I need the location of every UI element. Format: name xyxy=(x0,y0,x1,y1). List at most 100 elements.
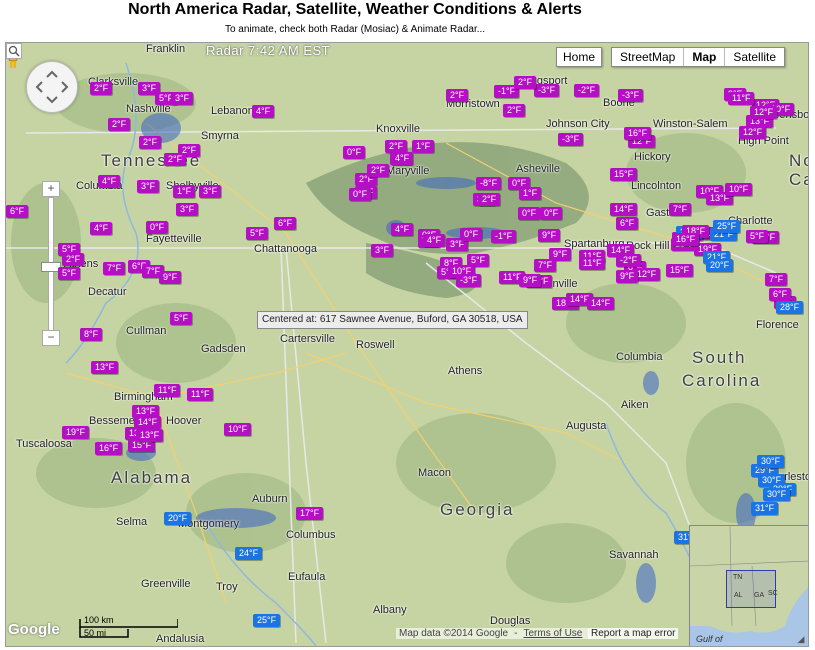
temperature-marker[interactable]: 1°F xyxy=(173,185,196,198)
temperature-marker[interactable]: 19°F xyxy=(62,426,90,439)
temperature-marker[interactable]: 4°F xyxy=(252,105,275,118)
temperature-marker[interactable]: 5°F xyxy=(746,230,769,243)
temperature-marker[interactable]: 25°F xyxy=(253,614,281,627)
temperature-marker[interactable]: 2°F xyxy=(478,193,501,206)
temperature-marker[interactable]: 5°F xyxy=(170,312,193,325)
temperature-marker[interactable]: 28°F xyxy=(776,301,804,314)
temperature-marker[interactable]: 11°F xyxy=(187,388,214,401)
map-canvas[interactable]: Radar 7:42 AM EST Home StreetMap Map Sat… xyxy=(5,42,809,647)
temperature-marker[interactable]: 7°F xyxy=(669,203,692,216)
home-button[interactable]: Home xyxy=(556,47,602,67)
temperature-marker[interactable]: 0°F xyxy=(343,146,366,159)
temperature-marker[interactable]: 4°F xyxy=(90,222,113,235)
temperature-marker[interactable]: -3°F xyxy=(534,84,560,97)
zoom-in-button[interactable]: + xyxy=(42,181,60,197)
temperature-marker[interactable]: 30°F xyxy=(757,455,785,468)
place-label: Cullman xyxy=(126,325,167,337)
temperature-marker[interactable]: 3°F xyxy=(199,185,222,198)
temperature-marker[interactable]: 3°F xyxy=(137,180,160,193)
temperature-marker[interactable]: 4°F xyxy=(98,175,121,188)
google-logo[interactable]: Google xyxy=(8,621,60,638)
temperature-marker[interactable]: 12°F xyxy=(739,126,767,139)
temperature-marker[interactable]: 2°F xyxy=(367,164,390,177)
temperature-marker[interactable]: 3°F xyxy=(176,203,199,216)
temperature-marker[interactable]: 6°F xyxy=(769,288,792,301)
temperature-marker[interactable]: 3°F xyxy=(371,244,394,257)
temperature-marker[interactable]: 1°F xyxy=(519,187,542,200)
temperature-marker[interactable]: 2°F xyxy=(90,82,113,95)
temperature-marker[interactable]: 16°F xyxy=(624,127,652,140)
temperature-marker[interactable]: 4°F xyxy=(391,152,414,165)
temperature-marker[interactable]: 4°F xyxy=(391,223,414,236)
temperature-marker[interactable]: 9°F xyxy=(519,274,542,287)
temperature-marker[interactable]: 20°F xyxy=(706,259,734,272)
temperature-marker[interactable]: 25°F xyxy=(713,220,741,233)
temperature-marker[interactable]: 9°F xyxy=(538,229,561,242)
temperature-marker[interactable]: 2°F xyxy=(62,253,85,266)
temperature-marker[interactable]: 24°F xyxy=(235,547,263,560)
temperature-marker[interactable]: 14°F xyxy=(587,297,615,310)
temperature-marker[interactable]: -3°F xyxy=(558,133,584,146)
overview-toggle-icon[interactable]: ◢ xyxy=(795,633,807,645)
temperature-marker[interactable]: 3°F xyxy=(171,92,194,105)
temperature-marker[interactable]: 10°F xyxy=(725,183,753,196)
temperature-marker[interactable]: 17°F xyxy=(296,507,324,520)
temperature-marker[interactable]: 2°F xyxy=(514,76,537,89)
temperature-marker[interactable]: -1°F xyxy=(491,230,517,243)
temperature-marker[interactable]: 31°F xyxy=(751,502,779,515)
temperature-marker[interactable]: 4°F xyxy=(423,234,446,247)
map-type-map[interactable]: Map xyxy=(684,48,726,66)
temperature-marker[interactable]: 1°F xyxy=(412,140,435,153)
temperature-marker[interactable]: 9°F xyxy=(616,270,639,283)
temperature-marker[interactable]: 2°F xyxy=(139,136,162,149)
temperature-marker[interactable]: 0°F xyxy=(349,188,372,201)
temperature-marker[interactable]: 15°F xyxy=(610,168,638,181)
temperature-marker[interactable]: 6°F xyxy=(616,217,639,230)
temperature-marker[interactable]: 5°F xyxy=(58,267,81,280)
temperature-marker[interactable]: 9°F xyxy=(159,271,182,284)
place-label: Selma xyxy=(116,516,148,528)
temperature-marker[interactable]: 20°F xyxy=(164,512,192,525)
temperature-marker[interactable]: 8°F xyxy=(80,328,103,341)
temperature-marker[interactable]: 12°F xyxy=(750,106,778,119)
temperature-marker[interactable]: 2°F xyxy=(164,153,187,166)
temperature-marker[interactable]: -3°F xyxy=(456,274,482,287)
map-type-satellite[interactable]: Satellite xyxy=(725,48,784,66)
temperature-marker[interactable]: 0°F xyxy=(146,221,169,234)
temperature-marker[interactable]: 15°F xyxy=(666,264,694,277)
temperature-marker[interactable]: -8°F xyxy=(476,177,502,190)
temperature-marker[interactable]: 7°F xyxy=(765,273,788,286)
temperature-marker[interactable]: 0°F xyxy=(540,207,563,220)
zoom-out-button[interactable]: − xyxy=(42,330,60,346)
temperature-marker[interactable]: 6°F xyxy=(274,217,297,230)
temperature-marker[interactable]: 16°F xyxy=(95,442,123,455)
temperature-marker[interactable]: 10°F xyxy=(224,423,252,436)
temperature-marker[interactable]: 0°F xyxy=(460,228,483,241)
temperature-marker[interactable]: 7°F xyxy=(103,262,126,275)
temperature-marker[interactable]: 13°F xyxy=(136,429,164,442)
map-type-selector[interactable]: StreetMap Map Satellite xyxy=(611,47,786,67)
temperature-marker[interactable]: 5°F xyxy=(246,227,269,240)
report-map-error-link[interactable]: Report a map error xyxy=(588,628,679,639)
temperature-marker[interactable]: 14°F xyxy=(610,203,638,216)
terms-link[interactable]: Terms of Use xyxy=(523,628,582,639)
temperature-marker[interactable]: -2°F xyxy=(574,84,600,97)
magnifier-icon[interactable] xyxy=(6,43,22,59)
overview-minimap[interactable]: TN AL GA SC Gulf of ◢ xyxy=(689,525,808,646)
temperature-marker[interactable]: 16°F xyxy=(672,233,700,246)
temperature-marker[interactable]: 11°F xyxy=(154,384,181,397)
temperature-marker[interactable]: 2°F xyxy=(108,118,131,131)
map-type-streetmap[interactable]: StreetMap xyxy=(612,48,685,66)
temperature-marker[interactable]: 30°F xyxy=(763,488,791,501)
temperature-marker[interactable]: 0°F xyxy=(518,207,541,220)
pan-control[interactable] xyxy=(26,61,78,113)
temperature-marker[interactable]: 2°F xyxy=(446,89,469,102)
temperature-marker[interactable]: 13°F xyxy=(91,361,119,374)
temperature-marker[interactable]: 11°F xyxy=(579,257,606,270)
temperature-marker[interactable]: 7°F xyxy=(534,259,557,272)
temperature-marker[interactable]: 2°F xyxy=(503,104,526,117)
temperature-marker[interactable]: -3°F xyxy=(618,89,644,102)
temperature-marker[interactable]: 6°F xyxy=(6,205,29,218)
temperature-marker[interactable]: 11°F xyxy=(728,92,755,105)
temperature-marker[interactable]: -2°F xyxy=(616,254,642,267)
